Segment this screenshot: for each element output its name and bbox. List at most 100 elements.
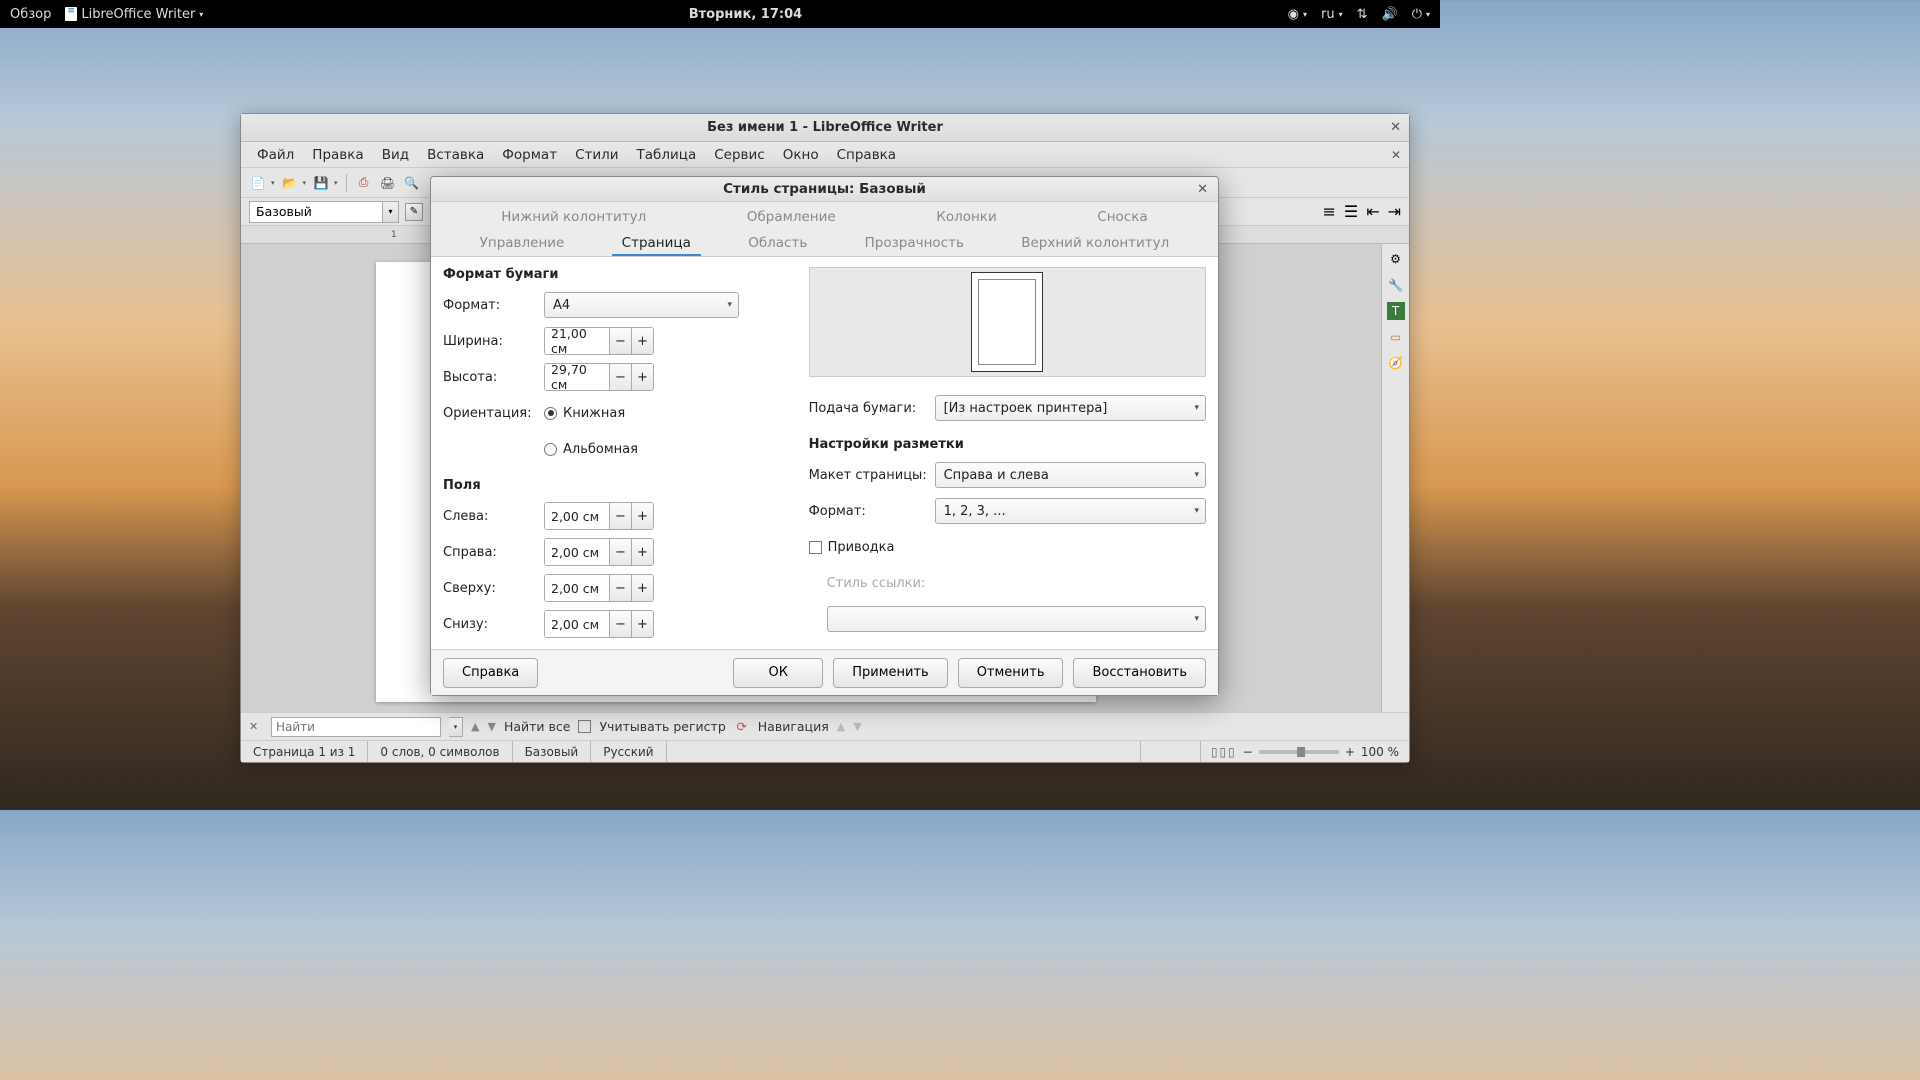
dialog-close-button[interactable]: ✕	[1197, 182, 1208, 197]
margin-bottom-spinner[interactable]: 2,00 см −+	[544, 610, 654, 638]
menu-help[interactable]: Справка	[829, 145, 904, 165]
sidebar-gallery-icon[interactable]: ▭	[1387, 328, 1405, 346]
menu-styles[interactable]: Стили	[567, 145, 626, 165]
increase-indent-icon[interactable]: ⇥	[1388, 202, 1401, 221]
status-language[interactable]: Русский	[591, 741, 666, 762]
menu-file[interactable]: Файл	[249, 145, 302, 165]
reset-button[interactable]: Восстановить	[1073, 658, 1206, 688]
menu-window[interactable]: Окно	[775, 145, 827, 165]
window-close-button[interactable]: ✕	[1390, 120, 1401, 135]
window-title: Без имени 1 - LibreOffice Writer	[707, 120, 943, 135]
clock[interactable]: Вторник, 17:04	[203, 7, 1287, 22]
page-layout-select[interactable]: Справа и слева▾	[935, 462, 1206, 488]
tab-header[interactable]: Верхний колонтитул	[1011, 232, 1179, 256]
writer-doc-icon	[65, 7, 77, 21]
activities-button[interactable]: Обзор	[10, 7, 51, 22]
zoom-out-button[interactable]: −	[1243, 745, 1253, 759]
paragraph-style-combo[interactable]: Базовый ▾	[249, 201, 399, 223]
apply-button[interactable]: Применить	[833, 658, 947, 688]
tab-organizer[interactable]: Управление	[470, 232, 575, 256]
app-menu[interactable]: LibreOffice Writer ▾	[65, 7, 203, 22]
zoom-slider[interactable]	[1259, 750, 1339, 754]
sidebar-settings-icon[interactable]: ⚙	[1387, 250, 1405, 268]
find-next-button[interactable]: ▼	[487, 720, 495, 733]
ok-button[interactable]: ОК	[733, 658, 823, 688]
navigation-icon[interactable]: ⟳	[734, 719, 750, 735]
paper-tray-label: Подача бумаги:	[809, 401, 929, 416]
tab-footer[interactable]: Нижний колонтитул	[491, 206, 656, 228]
accessibility-menu[interactable]: ◉ ▾	[1288, 7, 1307, 22]
sidebar-navigator-icon[interactable]: 🧭	[1387, 354, 1405, 372]
menu-format[interactable]: Формат	[494, 145, 565, 165]
orientation-landscape-radio[interactable]	[544, 443, 557, 456]
tab-page[interactable]: Страница	[612, 232, 701, 256]
dialog-tabs: Нижний колонтитул Обрамление Колонки Сно…	[431, 202, 1218, 257]
menu-tools[interactable]: Сервис	[706, 145, 772, 165]
sidebar-properties-icon[interactable]: 🔧	[1387, 276, 1405, 294]
register-true-label: Приводка	[828, 540, 895, 555]
tab-transparency[interactable]: Прозрачность	[855, 232, 974, 256]
spinner-up[interactable]: +	[631, 328, 653, 354]
height-spinner[interactable]: 29,70 см − +	[544, 363, 654, 391]
find-all-button[interactable]: Найти все	[504, 719, 571, 734]
keyboard-layout-indicator[interactable]: ru ▾	[1321, 7, 1343, 22]
find-prev-button[interactable]: ▲	[471, 720, 479, 733]
margin-left-spinner[interactable]: 2,00 см −+	[544, 502, 654, 530]
status-insert-mode[interactable]	[1141, 741, 1201, 762]
tab-footnote[interactable]: Сноска	[1087, 206, 1157, 228]
nav-up-icon[interactable]: ▲	[837, 720, 845, 733]
menu-view[interactable]: Вид	[374, 145, 417, 165]
view-layout-icons[interactable]: ▯▯▯	[1211, 745, 1237, 759]
dialog-titlebar[interactable]: Стиль страницы: Базовый ✕	[431, 177, 1218, 202]
chevron-down-icon: ▾	[382, 202, 398, 222]
zoom-in-button[interactable]: +	[1345, 745, 1355, 759]
power-menu[interactable]: ⏻ ▾	[1412, 7, 1430, 22]
app-menu-label: LibreOffice Writer	[81, 7, 195, 22]
cancel-button[interactable]: Отменить	[958, 658, 1064, 688]
help-button[interactable]: Справка	[443, 658, 538, 688]
spinner-down[interactable]: −	[609, 328, 631, 354]
match-case-checkbox[interactable]	[578, 720, 591, 733]
network-icon[interactable]: ⇅	[1357, 7, 1368, 22]
sidebar-styles-icon[interactable]: T	[1387, 302, 1405, 320]
nav-down-icon[interactable]: ▼	[853, 720, 861, 733]
tab-columns[interactable]: Колонки	[926, 206, 1007, 228]
print-icon[interactable]: 🖨	[379, 174, 397, 192]
print-preview-icon[interactable]: 🔍	[403, 174, 421, 192]
register-true-checkbox[interactable]	[809, 541, 822, 554]
decrease-indent-icon[interactable]: ⇤	[1366, 202, 1379, 221]
status-page[interactable]: Страница 1 из 1	[241, 741, 368, 762]
zoom-value[interactable]: 100 %	[1361, 745, 1399, 759]
document-close-button[interactable]: ✕	[1391, 148, 1401, 162]
spinner-down[interactable]: −	[609, 364, 631, 390]
find-history-dropdown[interactable]: ▾	[449, 717, 463, 737]
close-findbar-icon[interactable]: ✕	[249, 720, 263, 734]
list-bullet-icon[interactable]: ≡	[1322, 202, 1335, 221]
new-doc-icon[interactable]: 📄	[249, 174, 267, 192]
menu-insert[interactable]: Вставка	[419, 145, 492, 165]
tab-area[interactable]: Область	[738, 232, 817, 256]
paper-format-select[interactable]: A4▾	[544, 292, 739, 318]
menu-edit[interactable]: Правка	[304, 145, 371, 165]
open-icon[interactable]: 📂	[281, 174, 299, 192]
save-icon[interactable]: 💾	[312, 174, 330, 192]
gnome-top-panel: Обзор LibreOffice Writer ▾ Вторник, 17:0…	[0, 0, 1440, 28]
width-label: Ширина:	[443, 334, 538, 349]
menu-table[interactable]: Таблица	[629, 145, 705, 165]
orientation-portrait-radio[interactable]	[544, 407, 557, 420]
export-pdf-icon[interactable]: ⎙	[355, 174, 373, 192]
numbering-format-select[interactable]: 1, 2, 3, ...▾	[935, 498, 1206, 524]
edit-style-button[interactable]: ✎	[405, 203, 423, 221]
window-titlebar[interactable]: Без имени 1 - LibreOffice Writer ✕	[241, 114, 1409, 142]
volume-icon[interactable]: 🔊	[1382, 7, 1398, 22]
status-page-style[interactable]: Базовый	[513, 741, 592, 762]
margin-right-spinner[interactable]: 2,00 см −+	[544, 538, 654, 566]
status-word-count[interactable]: 0 слов, 0 символов	[368, 741, 512, 762]
list-numbered-icon[interactable]: ☰	[1344, 202, 1358, 221]
tab-border[interactable]: Обрамление	[737, 206, 846, 228]
paper-tray-select[interactable]: [Из настроек принтера]▾	[935, 395, 1206, 421]
width-spinner[interactable]: 21,00 см − +	[544, 327, 654, 355]
margin-top-spinner[interactable]: 2,00 см −+	[544, 574, 654, 602]
find-input[interactable]	[271, 717, 441, 737]
spinner-up[interactable]: +	[631, 364, 653, 390]
